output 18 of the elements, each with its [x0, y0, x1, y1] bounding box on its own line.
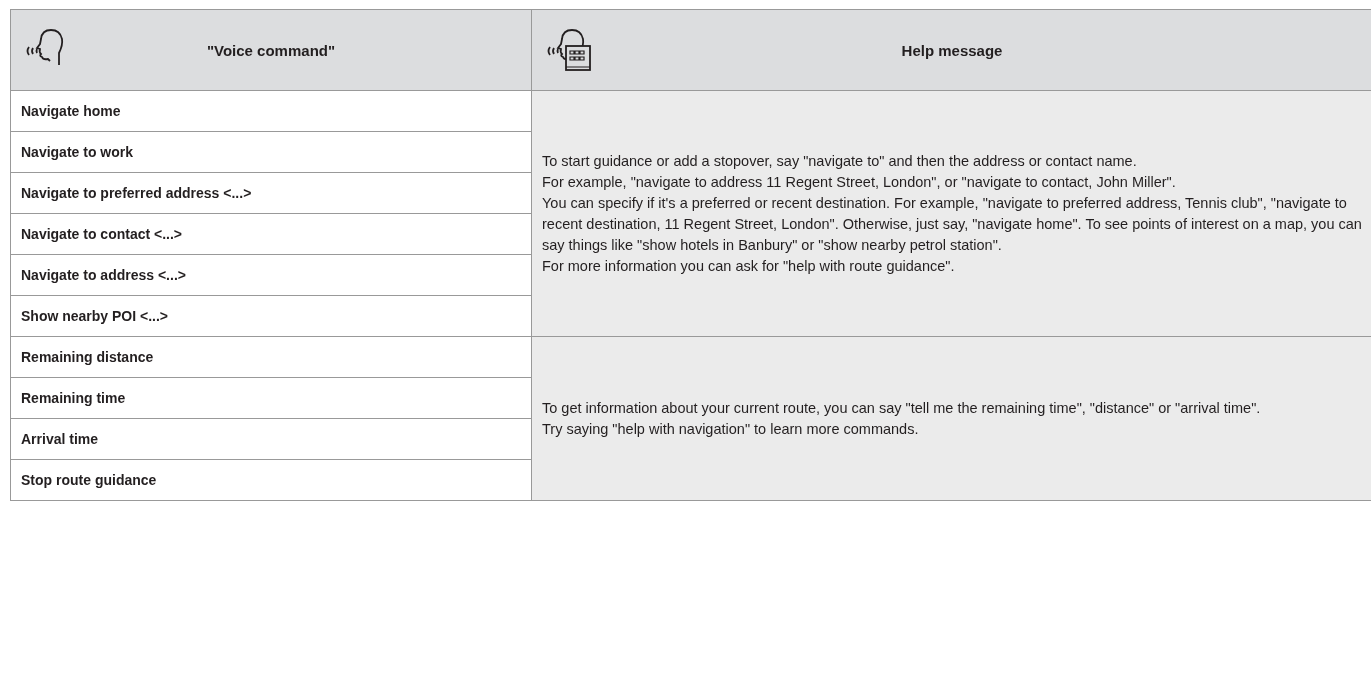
column-title: Help message [900, 41, 1004, 59]
command-cell: Navigate to address <...> [10, 254, 532, 296]
command-cell: Remaining distance [10, 336, 532, 378]
command-cell: Remaining time [10, 377, 532, 419]
help-message-text: To get information about your current route, you can say "tell me the remaining time", "distance" or "arrival time". [542, 398, 1262, 418]
command-cell: Navigate home [10, 90, 532, 132]
help-message-text: For example, "navigate to address 11 Regent Street, London", or "navigate to contact, John Miller". [542, 172, 1177, 192]
help-message-text: To start guidance or add a stopover, say "navigate to" and then the address or contact name. [542, 151, 1138, 171]
command-cell: Navigate to contact <...> [10, 213, 532, 255]
help-message-text: For more information you can ask for "help with route guidance". [542, 256, 956, 276]
help-message-text: Try saying "help with navigation" to learn more commands. [542, 419, 920, 439]
command-cell: Stop route guidance [10, 459, 532, 501]
command-cell: Arrival time [10, 418, 532, 460]
command-cell: Navigate to preferred address <...> [10, 172, 532, 214]
help-message-text: You can specify if it's a preferred or recent destination. For example, "navigate to preferred address, Tennis club", "navigate to recent destination, 11 Regent Street, London". Otherwise, just say, "navigate home". To see points of interest on a map, you can say things like "show hotels in Banbury" or "show nearby petrol station". [542, 193, 1362, 255]
command-cell: Show nearby POI <...> [10, 295, 532, 337]
column-title: "Voice command" [205, 41, 337, 59]
command-cell: Navigate to work [10, 131, 532, 173]
